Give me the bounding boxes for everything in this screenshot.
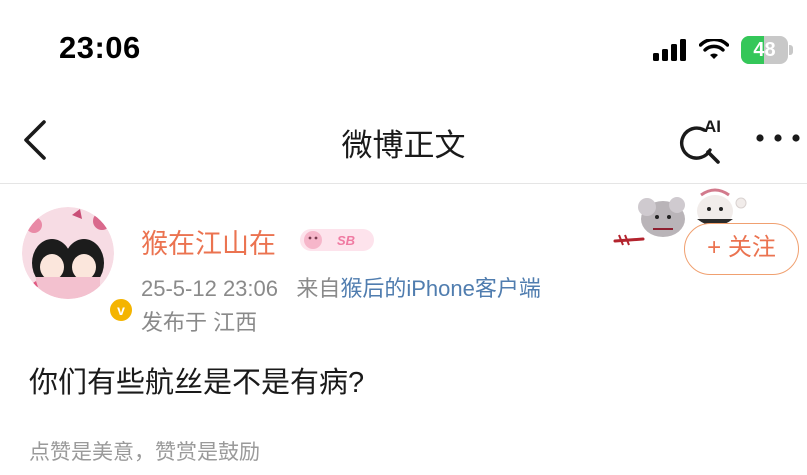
member-badge-icon: SB	[300, 229, 374, 251]
nav-bar: 微博正文 AI	[0, 100, 807, 184]
follow-button[interactable]: + 关注	[684, 223, 799, 275]
post-meta: 25-5-12 23:06 来自猴后的iPhone客户端	[141, 271, 541, 303]
ai-label: AI	[704, 117, 721, 136]
post-location: 发布于 江西	[141, 310, 258, 335]
author-name[interactable]: 猴在江山在	[141, 222, 276, 261]
post-header: v 猴在江山在 SB 25-5-12 23:06 来自猴后的iPhone客户端 …	[0, 185, 807, 345]
post-content: 你们有些航丝是不是有病?	[29, 367, 365, 399]
ai-search-icon[interactable]: AI	[676, 116, 726, 166]
reward-hint: 点赞是美意，赞赏是鼓励	[29, 441, 260, 464]
more-dots-icon[interactable]	[755, 128, 801, 148]
verified-v-icon: v	[108, 297, 134, 323]
post-source-link[interactable]: 猴后的iPhone客户端	[340, 276, 541, 301]
avatar[interactable]	[22, 207, 114, 299]
author-avatar-wrap[interactable]: v	[22, 207, 134, 323]
wifi-icon	[699, 39, 729, 59]
source-prefix: 来自	[296, 276, 341, 301]
battery-charging-icon: 48	[741, 36, 793, 64]
battery-cap	[789, 45, 793, 55]
post-timestamp: 25-5-12 23:06	[141, 276, 278, 301]
status-icons: 48	[653, 36, 793, 64]
member-badge-text: SB	[337, 233, 355, 248]
battery-level-text: 48	[753, 39, 776, 61]
status-bar: 23:06 48	[0, 0, 807, 100]
status-time: 23:06	[59, 30, 141, 65]
cellular-signal-icon	[653, 39, 686, 61]
